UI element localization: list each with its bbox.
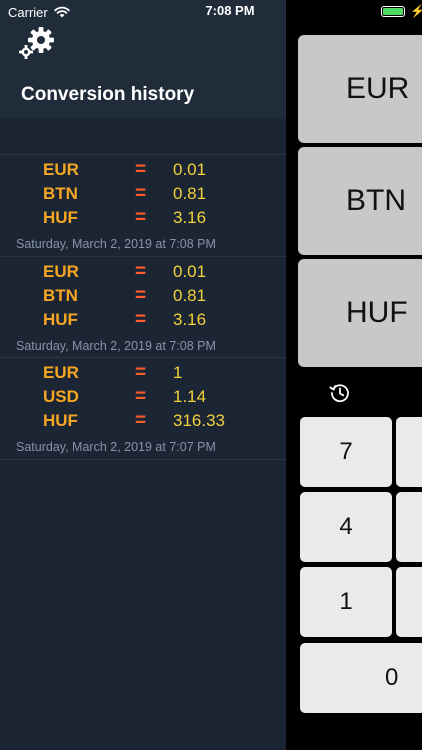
currency-code: EUR	[43, 160, 79, 179]
equals-sign: =	[135, 183, 147, 204]
divider	[0, 256, 286, 257]
history-entry[interactable]: EUR = 1 USD = 1.14 HUF = 316.33 Saturday…	[0, 361, 286, 463]
carrier-label: Carrier	[8, 4, 48, 20]
keypad-1[interactable]: 1	[300, 567, 392, 637]
currency-code: HUF	[43, 208, 78, 227]
history-entry[interactable]: EUR = 0.01 BTN = 0.81 HUF = 3.16 Saturda…	[0, 158, 286, 260]
history-drawer: Carrier Conversion history EUR = 0.01 BT…	[0, 0, 286, 750]
entry-timestamp: Saturday, March 2, 2019 at 7:07 PM	[16, 440, 216, 454]
converted-value: 0.01	[173, 262, 207, 281]
charging-bolt-icon: ⚡	[410, 4, 422, 18]
equals-sign: =	[135, 285, 147, 306]
currency-code: EUR	[43, 363, 79, 382]
conversion-row: BTN = 0.81	[0, 285, 286, 310]
conversion-row: HUF = 316.33	[0, 410, 286, 435]
currency-button-btn[interactable]: BTN	[298, 147, 422, 255]
currency-code: BTN	[43, 286, 78, 305]
keypad-2[interactable]	[396, 567, 422, 637]
conversion-row: HUF = 3.16	[0, 309, 286, 334]
entry-timestamp: Saturday, March 2, 2019 at 7:08 PM	[16, 237, 216, 251]
keypad-5[interactable]	[396, 492, 422, 562]
conversion-row: EUR = 0.01	[0, 159, 286, 184]
keypad-7[interactable]: 7	[300, 417, 392, 487]
wifi-icon	[54, 6, 70, 18]
conversion-row: USD = 1.14	[0, 386, 286, 411]
currency-code: USD	[43, 387, 79, 406]
equals-sign: =	[135, 207, 147, 228]
converted-value: 0.81	[173, 184, 207, 203]
converted-value: 316.33	[173, 411, 225, 430]
equals-sign: =	[135, 261, 147, 282]
keypad-0[interactable]: 0	[300, 643, 422, 713]
currency-button-huf[interactable]: HUF	[298, 259, 422, 367]
conversion-row: HUF = 3.16	[0, 207, 286, 232]
settings-gear-icon[interactable]	[18, 26, 56, 60]
divider	[0, 459, 286, 460]
converted-value: 3.16	[173, 310, 207, 329]
converted-value: 0.01	[173, 160, 207, 179]
status-bar-left: Carrier	[8, 3, 70, 21]
keypad-8[interactable]	[396, 417, 422, 487]
currency-code: HUF	[43, 310, 78, 329]
equals-sign: =	[135, 386, 147, 407]
currency-code: HUF	[43, 411, 78, 430]
entry-timestamp: Saturday, March 2, 2019 at 7:08 PM	[16, 339, 216, 353]
converter-panel: 7:08 PM ⚡ EUR BTN HUF 7 4 1 0	[205, 0, 422, 750]
currency-code: BTN	[43, 184, 78, 203]
conversion-row: EUR = 1	[0, 362, 286, 387]
currency-button-eur[interactable]: EUR	[298, 35, 422, 143]
drawer-title: Conversion history	[21, 84, 195, 105]
equals-sign: =	[135, 410, 147, 431]
conversion-row: EUR = 0.01	[0, 261, 286, 286]
conversion-row: BTN = 0.81	[0, 183, 286, 208]
currency-code: EUR	[43, 262, 79, 281]
equals-sign: =	[135, 159, 147, 180]
divider	[0, 357, 286, 358]
status-time: 7:08 PM	[205, 3, 255, 18]
converted-value: 1.14	[173, 387, 207, 406]
keypad-4[interactable]: 4	[300, 492, 392, 562]
equals-sign: =	[135, 309, 147, 330]
history-entry[interactable]: EUR = 0.01 BTN = 0.81 HUF = 3.16 Saturda…	[0, 260, 286, 362]
converted-value: 1	[173, 363, 183, 382]
equals-sign: =	[135, 362, 147, 383]
battery-icon	[381, 6, 405, 17]
divider	[0, 154, 286, 155]
history-clock-icon[interactable]	[329, 382, 351, 404]
converted-value: 3.16	[173, 208, 207, 227]
converted-value: 0.81	[173, 286, 207, 305]
